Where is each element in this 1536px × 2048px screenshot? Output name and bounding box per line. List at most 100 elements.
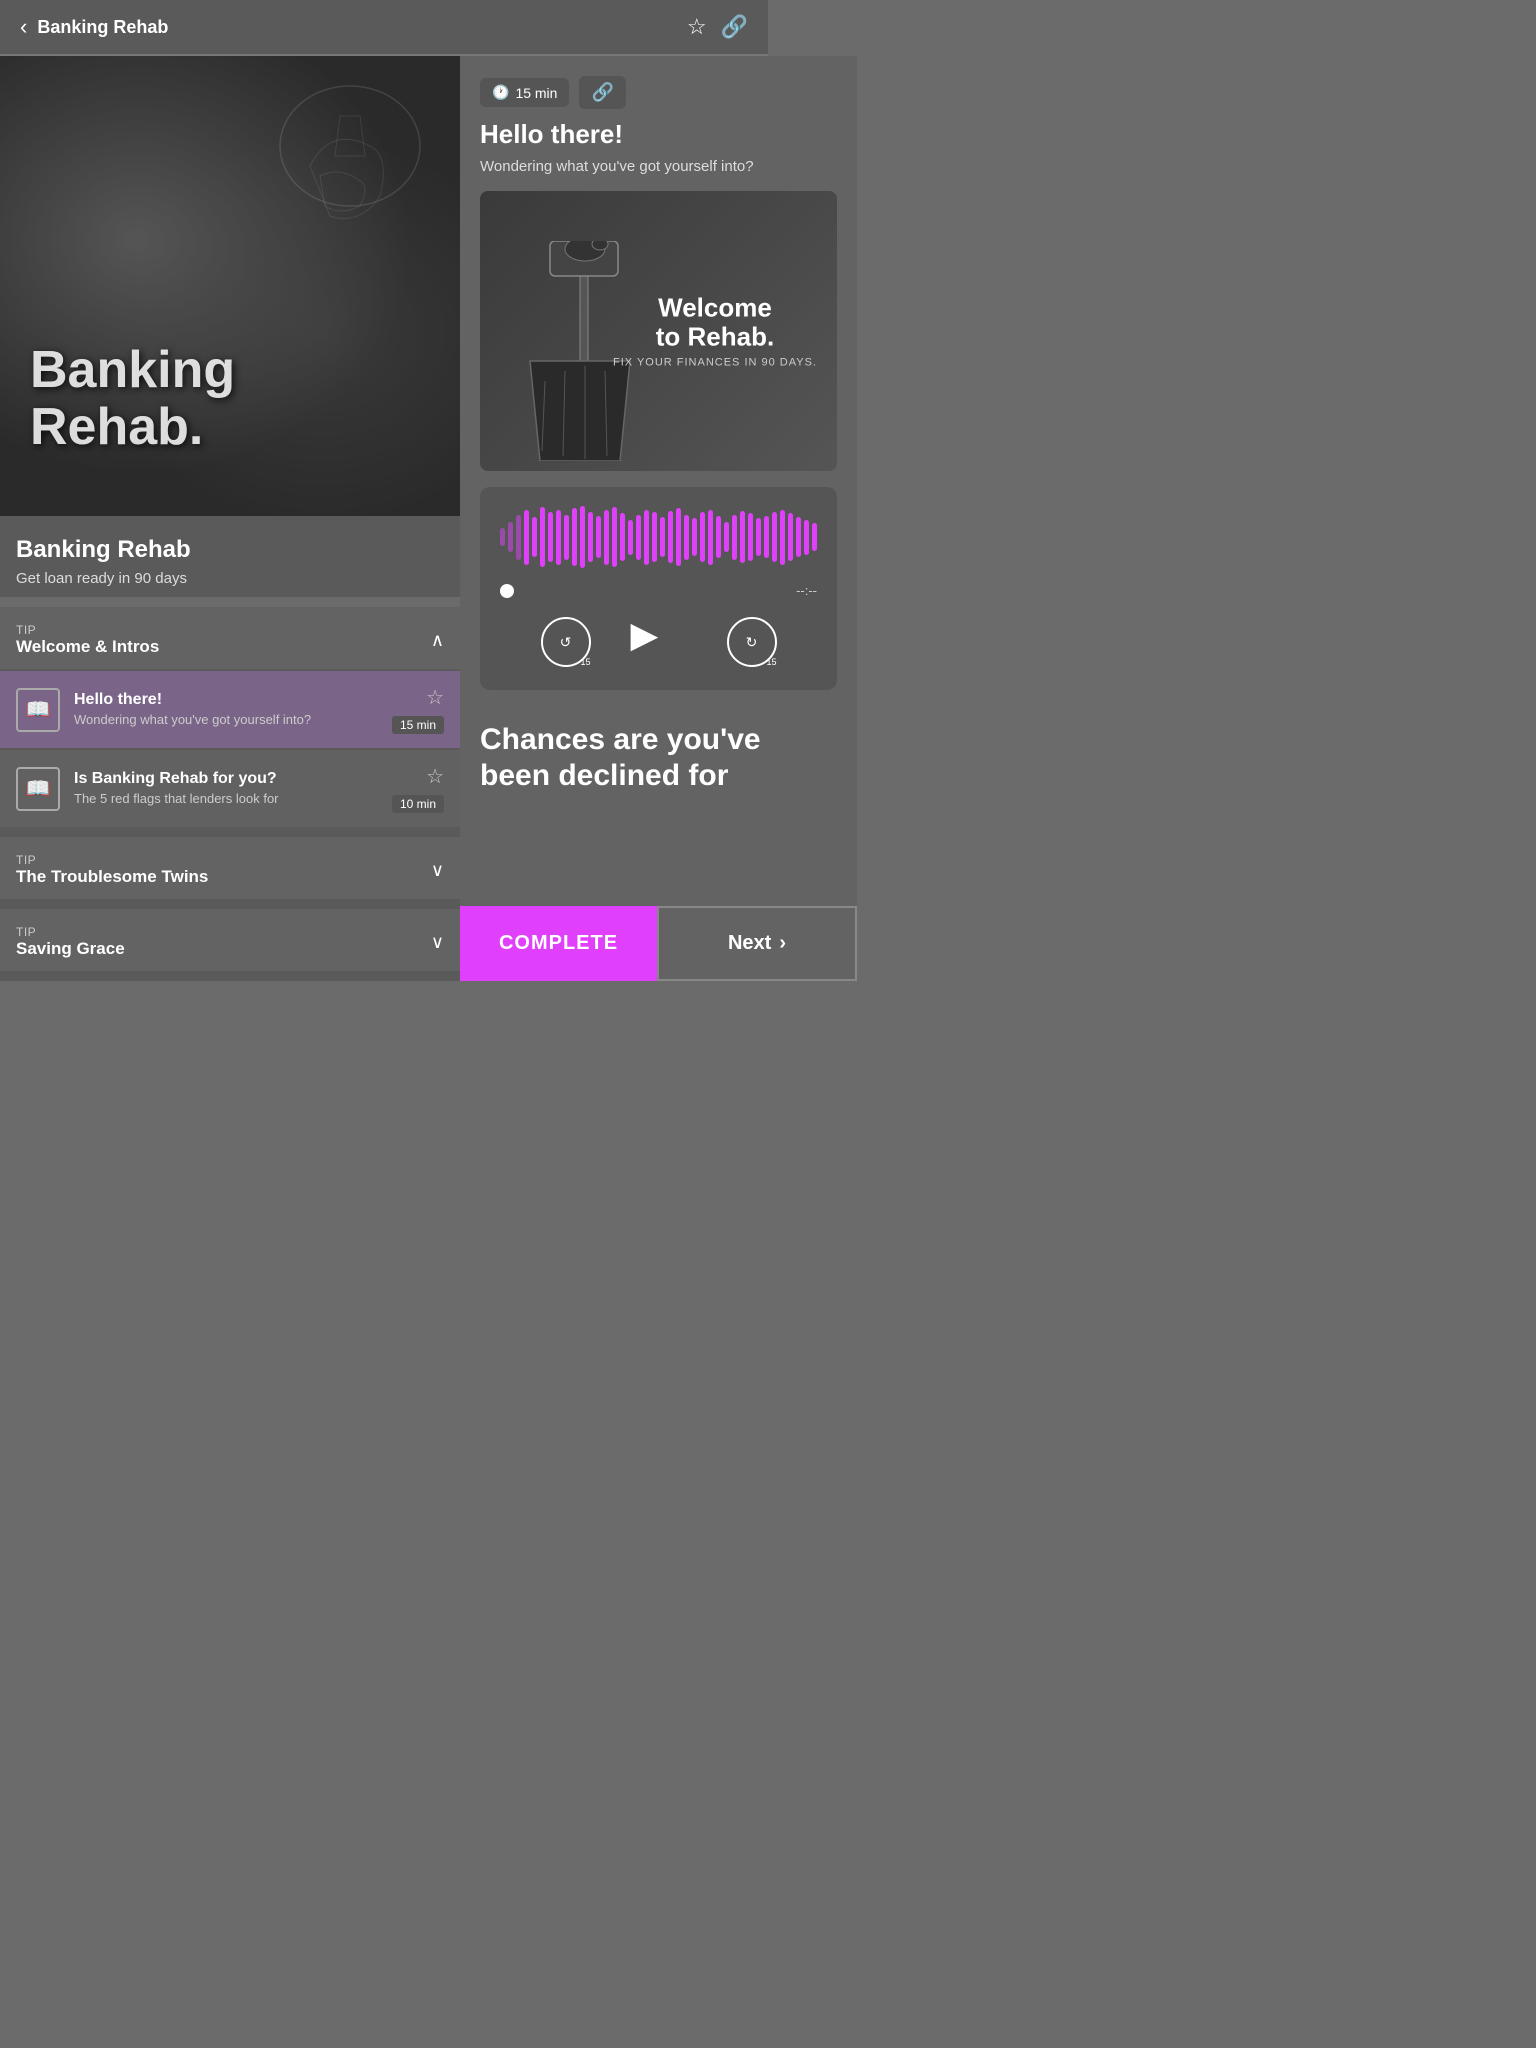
play-button[interactable]: ▶ <box>631 614 687 670</box>
waveform-bar <box>780 510 785 565</box>
section-header-saving[interactable]: Tip Saving Grace ∨ <box>0 909 460 971</box>
next-label: Next <box>728 932 771 955</box>
waveform-bar <box>572 508 577 566</box>
section-title-3: Saving Grace <box>16 939 125 959</box>
waveform-bar <box>516 515 521 560</box>
waveform-bar <box>692 518 697 556</box>
next-button[interactable]: Next › <box>657 906 857 981</box>
forward-button[interactable]: ↻ 15 <box>727 617 777 667</box>
section-label-1: Tip <box>16 623 159 637</box>
chances-text: Chances are you'vebeen declined for <box>460 706 857 804</box>
back-button[interactable]: ‹ <box>20 14 27 40</box>
left-column: BankingRehab. Banking Rehab Get loan rea… <box>0 56 460 981</box>
waveform-bar <box>636 515 641 560</box>
course-title: Banking Rehab <box>16 536 444 564</box>
course-image-text: BankingRehab. <box>30 342 235 456</box>
lesson-right-1: ☆ 15 min <box>392 685 444 734</box>
favorite-icon[interactable]: ☆ <box>687 14 707 40</box>
waveform-bar <box>708 510 713 565</box>
lesson-icon-2: 📖 <box>16 767 60 811</box>
course-info: Banking Rehab Get loan ready in 90 days <box>0 516 460 597</box>
waveform-bar <box>548 512 553 562</box>
waveform-bar <box>660 517 665 557</box>
section-header-twins[interactable]: Tip The Troublesome Twins ∨ <box>0 837 460 899</box>
lesson-icon-1: 📖 <box>16 688 60 732</box>
course-subtitle: Get loan ready in 90 days <box>16 570 444 587</box>
waveform-bar <box>588 512 593 562</box>
lesson-duration-2: 10 min <box>392 795 444 813</box>
bottom-bar: COMPLETE Next › <box>460 906 857 981</box>
lesson-info-1: Hello there! Wondering what you've got y… <box>74 691 378 729</box>
header-icons: ☆ 🔗 <box>687 14 748 40</box>
header: ‹ Banking Rehab ☆ 🔗 <box>0 0 768 55</box>
sections-list: Tip Welcome & Intros ∧ 📖 Hello there! Wo… <box>0 607 460 981</box>
header-left: ‹ Banking Rehab <box>20 14 168 40</box>
waveform-bar <box>620 513 625 561</box>
lesson-name-2: Is Banking Rehab for you? <box>74 770 378 788</box>
clock-icon: 🕐 <box>492 84 509 101</box>
section-chevron-2: ∨ <box>431 860 444 881</box>
complete-button[interactable]: COMPLETE <box>460 906 657 981</box>
course-sketch-overlay <box>250 66 450 266</box>
link-badge[interactable]: 🔗 <box>579 76 625 109</box>
waveform-bar <box>612 507 617 567</box>
waveform-bar <box>628 520 633 555</box>
waveform-bar <box>700 512 705 562</box>
lesson-info-2: Is Banking Rehab for you? The 5 red flag… <box>74 770 378 808</box>
waveform-bar <box>748 513 753 561</box>
lesson-star-2[interactable]: ☆ <box>426 764 444 789</box>
section-label-2: Tip <box>16 853 208 867</box>
header-title: Banking Rehab <box>37 17 168 38</box>
section-title-2: The Troublesome Twins <box>16 867 208 887</box>
lesson-star-1[interactable]: ☆ <box>426 685 444 710</box>
lesson-item-hello[interactable]: 📖 Hello there! Wondering what you've got… <box>0 671 460 748</box>
section-label-3: Tip <box>16 925 125 939</box>
right-lesson-desc: Wondering what you've got yourself into? <box>460 158 857 191</box>
section-header-text-saving: Tip Saving Grace <box>16 925 125 959</box>
right-column: 🕐 15 min 🔗 Hello there! Wondering what y… <box>460 56 857 981</box>
waveform-bar <box>540 507 545 567</box>
lesson-desc-1: Wondering what you've got yourself into? <box>74 712 378 729</box>
audio-player: --:-- ↺ 15 ▶ ↻ 15 <box>480 487 837 690</box>
lesson-item-banking-rehab[interactable]: 📖 Is Banking Rehab for you? The 5 red fl… <box>0 750 460 827</box>
waveform-bar <box>524 510 529 565</box>
waveform-bar <box>796 517 801 557</box>
lesson-duration-1: 15 min <box>392 716 444 734</box>
section-header-welcome[interactable]: Tip Welcome & Intros ∧ <box>0 607 460 669</box>
section-chevron-3: ∨ <box>431 932 444 953</box>
waveform-bar <box>652 512 657 562</box>
waveform-bar <box>644 510 649 565</box>
waveform-bar <box>684 515 689 560</box>
right-lesson-title: Hello there! <box>460 119 857 158</box>
waveform-bar <box>676 508 681 566</box>
waveform-bar <box>764 516 769 558</box>
section-chevron-1: ∧ <box>431 630 444 651</box>
progress-time: --:-- <box>796 583 817 598</box>
rehab-main-text: Welcometo Rehab. <box>613 293 817 350</box>
progress-dot[interactable] <box>500 584 514 598</box>
lesson-name-1: Hello there! <box>74 691 378 709</box>
waveform-bar <box>772 512 777 562</box>
waveform-bar <box>668 511 673 563</box>
waveform-bar <box>580 506 585 568</box>
rehab-sub-text: FIX YOUR FINANCES IN 90 DAYS. <box>613 357 817 369</box>
waveform-bar <box>756 518 761 556</box>
waveform <box>500 507 817 567</box>
next-chevron-icon: › <box>779 932 786 955</box>
waveform-bar <box>788 513 793 561</box>
section-header-text: Tip Welcome & Intros <box>16 623 159 657</box>
section-header-text-twins: Tip The Troublesome Twins <box>16 853 208 887</box>
waveform-bar <box>740 511 745 563</box>
course-image: BankingRehab. <box>0 56 460 516</box>
waveform-bar <box>724 522 729 552</box>
waveform-bar <box>556 510 561 565</box>
rewind-button[interactable]: ↺ 15 <box>541 617 591 667</box>
share-icon[interactable]: 🔗 <box>721 14 748 40</box>
rehab-image-text: Welcometo Rehab. FIX YOUR FINANCES IN 90… <box>613 293 817 368</box>
lesson-right-2: ☆ 10 min <box>392 764 444 813</box>
waveform-bar <box>596 516 601 558</box>
progress-row[interactable]: --:-- <box>500 583 817 598</box>
waveform-bar <box>716 516 721 558</box>
rehab-image: Welcometo Rehab. FIX YOUR FINANCES IN 90… <box>480 191 837 471</box>
waveform-bar <box>508 522 513 552</box>
